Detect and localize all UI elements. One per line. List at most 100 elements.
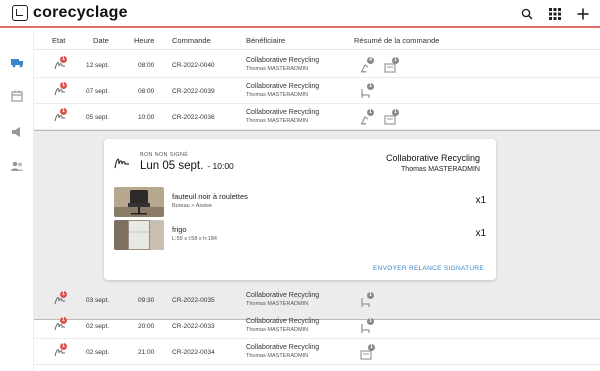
table-row[interactable]: 1 02 sept. 21:00 CR-2022-0034 Collaborat… (34, 339, 600, 365)
signature-icon (114, 158, 129, 169)
lamp-icon: 1 (360, 109, 374, 125)
count-badge: 4 (367, 57, 374, 64)
row-user: Thomas MASTERADMIN (246, 353, 309, 359)
unsigned-order-icon: 1 (54, 82, 67, 97)
status-badge: 1 (60, 291, 67, 298)
apps-button[interactable] (546, 5, 564, 23)
item-quantity: x1 (475, 195, 486, 206)
row-beneficiaire: Collaborative Recycling (246, 344, 320, 351)
item-photo-chair (114, 187, 164, 217)
row-heure: 08:00 (138, 88, 155, 95)
row-date: 02 sept. (86, 323, 110, 330)
logo[interactable]: corecyclage (12, 4, 128, 22)
logo-icon (12, 5, 28, 21)
unsigned-order-icon: 1 (54, 317, 67, 332)
detail-user: Thomas MASTERADMIN (401, 166, 480, 173)
table-header: Etat Date Heure Commande Bénéficiaire Ré… (34, 30, 600, 50)
sidebar (0, 30, 34, 371)
item-quantity: x1 (475, 228, 486, 239)
row-beneficiaire: Collaborative Recycling (246, 318, 320, 325)
app-name: corecyclage (33, 4, 128, 21)
status-badge: 1 (60, 108, 67, 115)
table-row[interactable]: 1 05 sept. 10:00 CR-2022-0036 Collaborat… (34, 104, 600, 130)
calendar-icon (11, 90, 23, 102)
count-badge: 1 (392, 57, 399, 64)
top-bar: corecyclage (0, 0, 600, 28)
count-badge: 1 (367, 292, 374, 299)
row-user: Thomas MASTERADMIN (246, 66, 309, 72)
unsigned-order-icon: 1 (54, 56, 67, 71)
row-beneficiaire: Collaborative Recycling (246, 83, 320, 90)
search-button[interactable] (518, 5, 536, 23)
row-date: 02 sept. (86, 349, 110, 356)
chair-icon: 1 (360, 83, 374, 99)
appliance-icon: 1 (384, 57, 399, 73)
header-resume[interactable]: Résumé de la commande (354, 36, 439, 45)
row-heure: 10:00 (138, 114, 155, 121)
header-commande[interactable]: Commande (172, 36, 211, 45)
status-badge: 1 (60, 317, 67, 324)
row-date: 03 sept. (86, 297, 110, 304)
appliance-icon: 1 (384, 109, 399, 125)
add-button[interactable] (574, 5, 592, 23)
detail-date: Lun 05 sept. - 10:00 (140, 160, 234, 172)
table-row[interactable]: 1 02 sept. 20:00 CR-2022-0033 Collaborat… (34, 313, 600, 339)
detail-time: - 10:00 (207, 161, 234, 171)
row-user: Thomas MASTERADMIN (246, 301, 309, 307)
order-detail-card: BON NON SIGNÉ Lun 05 sept. - 10:00 Collab… (104, 139, 496, 280)
detail-date-text: Lun 05 sept. (140, 160, 204, 172)
sidebar-item-deliveries[interactable] (9, 54, 25, 70)
item-name: fauteuil noir à roulettes (172, 192, 248, 201)
row-heure: 20:00 (138, 323, 155, 330)
row-commande: CR-2022-0034 (172, 349, 215, 356)
row-commande: CR-2022-0035 (172, 297, 215, 304)
status-badge: 1 (60, 56, 67, 63)
count-badge: 1 (367, 109, 374, 116)
row-date: 12 sept. (86, 62, 110, 69)
table-row[interactable]: 1 03 sept. 09:30 CR-2022-0035 Collaborat… (34, 287, 600, 313)
chair-icon: 1 (360, 292, 374, 308)
table-row[interactable]: 1 12 sept. 08:00 CR-2022-0040 Collaborat… (34, 52, 600, 78)
order-item: frigo L:59 x l:58 x h:184 x1 (114, 220, 486, 252)
item-dimensions: L:59 x l:58 x h:184 (172, 236, 217, 242)
row-commande: CR-2022-0039 (172, 88, 215, 95)
plus-icon (577, 8, 589, 20)
row-beneficiaire: Collaborative Recycling (246, 292, 320, 299)
sidebar-item-announcements[interactable] (9, 124, 25, 140)
row-commande: CR-2022-0040 (172, 62, 215, 69)
orders-table: Etat Date Heure Commande Bénéficiaire Ré… (34, 30, 600, 371)
grid-apps-icon (549, 8, 561, 20)
row-heure: 08:00 (138, 62, 155, 69)
row-user: Thomas MASTERADMIN (246, 327, 309, 333)
row-date: 07 sept. (86, 88, 110, 95)
status-label: BON NON SIGNÉ (140, 152, 189, 158)
item-name: frigo (172, 225, 187, 234)
users-icon (11, 161, 23, 171)
status-badge: 1 (60, 82, 67, 89)
header-beneficiaire[interactable]: Bénéficiaire (246, 36, 285, 45)
appliance-icon: 1 (360, 344, 375, 360)
row-date: 05 sept. (86, 114, 110, 121)
detail-beneficiaire: Collaborative Recycling (385, 153, 480, 163)
unsigned-order-icon: 1 (54, 343, 67, 358)
sidebar-item-users[interactable] (9, 158, 25, 174)
order-item: fauteuil noir à roulettes Bureau > Assis… (114, 187, 486, 219)
header-etat[interactable]: Etat (52, 36, 65, 45)
chair-icon: 1 (360, 318, 374, 334)
send-signature-reminder-button[interactable]: ENVOYER RELANCE SIGNATURE (373, 265, 484, 272)
row-heure: 09:30 (138, 297, 155, 304)
sidebar-item-calendar[interactable] (9, 88, 25, 104)
status-badge: 1 (60, 343, 67, 350)
header-date[interactable]: Date (93, 36, 109, 45)
item-photo-fridge (114, 220, 164, 250)
header-heure[interactable]: Heure (134, 36, 154, 45)
count-badge: 1 (368, 344, 375, 351)
count-badge: 1 (392, 109, 399, 116)
row-user: Thomas MASTERADMIN (246, 118, 309, 124)
unsigned-order-icon: 1 (54, 291, 67, 306)
row-beneficiaire: Collaborative Recycling (246, 57, 320, 64)
megaphone-icon (12, 127, 20, 137)
count-badge: 1 (367, 83, 374, 90)
row-beneficiaire: Collaborative Recycling (246, 109, 320, 116)
table-row[interactable]: 1 07 sept. 08:00 CR-2022-0039 Collaborat… (34, 78, 600, 104)
